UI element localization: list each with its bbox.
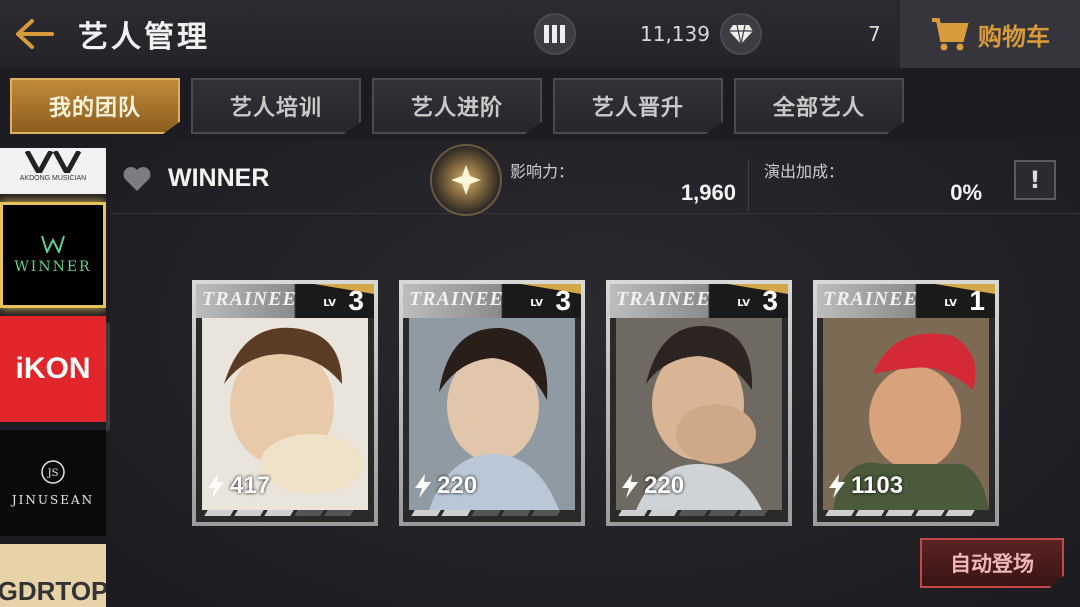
rank-label: TRAINEE xyxy=(409,288,504,310)
level-tag: LV xyxy=(944,298,957,309)
team-panel: WINNER 影响力： 1,960 演出加成： 0% ! TRAINEE LV … xyxy=(110,140,1080,607)
level-tag: LV xyxy=(737,298,750,309)
diamond-value: 7 xyxy=(868,22,881,46)
rank-label: TRAINEE xyxy=(616,288,711,310)
gold-corner xyxy=(521,284,581,294)
group-label: WINNER xyxy=(14,259,92,275)
bonus-value: 0% xyxy=(950,180,982,205)
diamond-icon xyxy=(720,13,762,55)
power-value: 220 xyxy=(644,472,685,499)
group-label: AKDONG MUSICIAN xyxy=(19,174,87,182)
group-name: WINNER xyxy=(168,164,270,192)
back-arrow-icon xyxy=(16,19,54,49)
auto-deploy-button[interactable]: 自动登场 xyxy=(920,538,1064,588)
gold-corner xyxy=(935,284,995,294)
artist-card[interactable]: TRAINEE LV 3 220 xyxy=(606,280,792,526)
artist-card[interactable]: TRAINEE LV 3 220 xyxy=(399,280,585,526)
sidebar-item-akdong[interactable]: AKDONG MUSICIAN xyxy=(0,148,106,194)
level-value: 3 xyxy=(762,285,778,316)
tab-my-team[interactable]: 我的团队 xyxy=(10,78,180,134)
card-header: TRAINEE LV 3 xyxy=(403,284,581,318)
rank-label: TRAINEE xyxy=(202,288,297,310)
sidebar-item-ikon[interactable]: iKON xyxy=(0,316,106,422)
lightning-icon xyxy=(415,474,431,498)
sidebar-item-gdtop[interactable]: GDRTOP xyxy=(0,544,106,607)
power-value: 417 xyxy=(230,472,271,499)
power-row: 417 xyxy=(206,472,270,500)
info-button[interactable]: ! xyxy=(1014,160,1056,200)
star-pips xyxy=(204,510,354,516)
star-pips xyxy=(411,510,561,516)
group-sidebar[interactable]: AKDONG MUSICIAN WINNER iKON JS JINUSEAN … xyxy=(0,148,106,607)
influence-label: 影响力： xyxy=(510,162,575,181)
gold-corner xyxy=(728,284,788,294)
card-header: TRAINEE LV 1 xyxy=(817,284,995,318)
influence-value: 1,960 xyxy=(680,180,736,205)
cart-button[interactable]: 购物车 xyxy=(900,0,1080,68)
level-value: 1 xyxy=(969,285,985,316)
cart-icon xyxy=(932,18,969,51)
card-header: TRAINEE LV 3 xyxy=(610,284,788,318)
svg-text:JS: JS xyxy=(47,468,59,479)
artist-card[interactable]: TRAINEE LV 1 1103 xyxy=(813,280,999,526)
lightning-icon xyxy=(622,474,638,498)
tab-promotion[interactable]: 艺人晋升 xyxy=(553,78,723,134)
lightning-icon xyxy=(829,474,845,498)
group-info-row: WINNER 影响力： 1,960 演出加成： 0% ! xyxy=(110,140,1080,216)
bonus-label: 演出加成： xyxy=(764,162,845,181)
tab-all-artists[interactable]: 全部艺人 xyxy=(734,78,904,134)
stat-divider xyxy=(748,160,749,212)
rank-label: TRAINEE xyxy=(823,288,918,310)
card-header: TRAINEE LV 3 xyxy=(196,284,374,318)
heart-icon[interactable] xyxy=(122,166,152,192)
star-pips xyxy=(825,510,975,516)
level-tag: LV xyxy=(323,298,336,309)
power-value: 220 xyxy=(437,472,478,499)
ticket-icon xyxy=(534,13,576,55)
cart-label: 购物车 xyxy=(978,22,1050,51)
winner-logo-icon xyxy=(41,235,65,253)
power-row: 220 xyxy=(620,472,684,500)
back-button[interactable] xyxy=(12,14,56,54)
level-tag: LV xyxy=(530,298,543,309)
group-label: JINUSEAN xyxy=(11,493,95,507)
power-row: 1103 xyxy=(827,472,903,500)
star-badge-icon[interactable] xyxy=(430,144,502,216)
gold-corner xyxy=(314,284,374,294)
top-bar: 艺人管理 11,139 7 购物车 xyxy=(0,0,1080,68)
tab-advance[interactable]: 艺人进阶 xyxy=(372,78,542,134)
sidebar-item-winner[interactable]: WINNER xyxy=(0,202,106,308)
jinusean-logo-icon: JS xyxy=(41,460,65,484)
power-value: 1103 xyxy=(851,472,904,499)
page-title: 艺人管理 xyxy=(78,20,210,55)
level-value: 3 xyxy=(555,285,571,316)
akdong-logo-icon xyxy=(24,150,82,173)
currency-value: 11,139 xyxy=(640,22,710,46)
lightning-icon xyxy=(208,474,224,498)
tab-training[interactable]: 艺人培训 xyxy=(191,78,361,134)
star-pips xyxy=(618,510,768,516)
group-label: iKON xyxy=(15,352,91,385)
power-row: 220 xyxy=(413,472,477,500)
sidebar-item-jinusean[interactable]: JS JINUSEAN xyxy=(0,430,106,536)
group-label: GDRTOP xyxy=(0,576,106,606)
artist-card[interactable]: TRAINEE LV 3 417 xyxy=(192,280,378,526)
level-value: 3 xyxy=(348,285,364,316)
